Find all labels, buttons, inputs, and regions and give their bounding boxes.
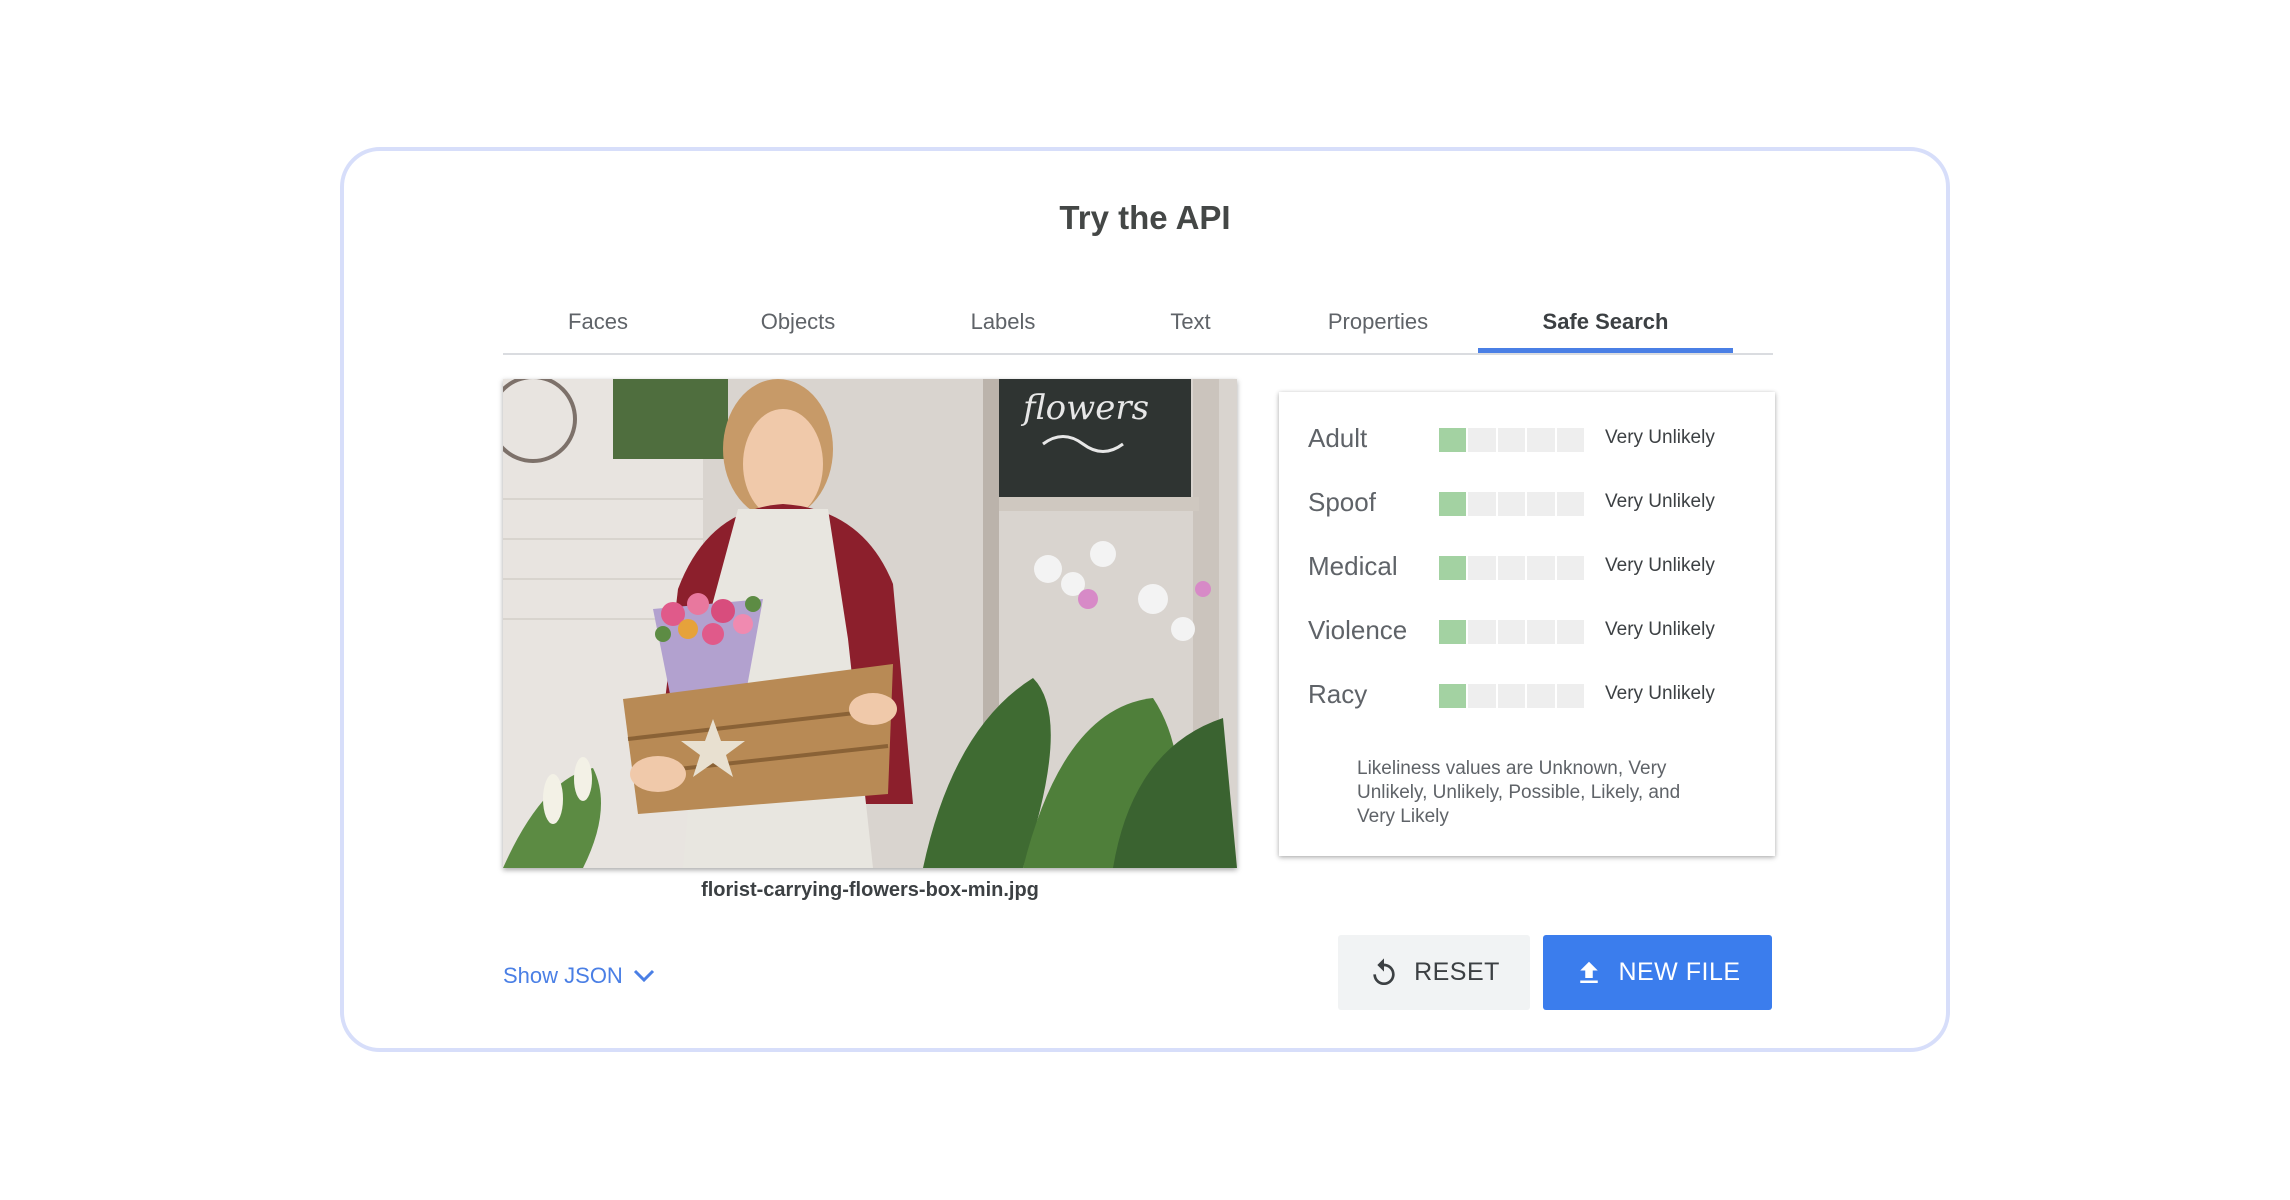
meter-segment	[1468, 620, 1496, 644]
likelihood-meter	[1439, 492, 1585, 516]
result-row-adult: Adult Very Unlikely	[1308, 421, 1748, 455]
meter-segment	[1439, 428, 1467, 452]
meter-segment	[1527, 620, 1555, 644]
chevron-down-icon	[633, 969, 654, 983]
florist-photo: flowers	[503, 379, 1237, 868]
tab-labels[interactable]: Labels	[903, 291, 1103, 353]
uploaded-image: flowers	[503, 379, 1237, 868]
likelihood-value: Very Unlikely	[1605, 491, 1715, 512]
likelihood-value: Very Unlikely	[1605, 683, 1715, 704]
meter-segment	[1497, 620, 1526, 644]
card-title: Try the API	[1059, 199, 1231, 236]
meter-segment	[1468, 684, 1496, 708]
meter-segment	[1497, 492, 1526, 516]
likelihood-meter	[1439, 556, 1585, 580]
likelihood-meter	[1439, 684, 1585, 708]
tab-objects[interactable]: Objects	[693, 291, 903, 353]
meter-segment	[1556, 556, 1585, 580]
new-file-button-label: NEW FILE	[1618, 958, 1741, 986]
result-row-racy: Racy Very Unlikely	[1308, 677, 1748, 711]
meter-segment	[1439, 556, 1467, 580]
try-api-card: Try the API Faces Objects Labels Text Pr…	[340, 147, 1950, 1052]
result-row-medical: Medical Very Unlikely	[1308, 549, 1748, 583]
meter-segment	[1556, 620, 1585, 644]
safe-search-results: Adult Very Unlikely Spoof Very Unlikely	[1279, 392, 1775, 856]
likelihood-value: Very Unlikely	[1605, 427, 1715, 448]
result-row-violence: Violence Very Unlikely	[1308, 613, 1748, 647]
category-label: Medical	[1308, 551, 1398, 581]
reset-icon	[1373, 957, 1395, 985]
category-label: Violence	[1308, 615, 1408, 645]
meter-segment	[1527, 428, 1555, 452]
tab-text[interactable]: Text	[1103, 291, 1278, 353]
meter-segment	[1527, 492, 1555, 516]
meter-segment	[1556, 492, 1585, 516]
meter-segment	[1468, 492, 1496, 516]
meter-segment	[1497, 556, 1526, 580]
meter-segment	[1439, 620, 1467, 644]
reset-button[interactable]: RESET	[1338, 935, 1530, 1010]
image-filename: florist-carrying-flowers-box-min.jpg	[701, 879, 1039, 901]
new-file-button[interactable]: NEW FILE	[1543, 935, 1772, 1010]
tab-safe-search[interactable]: Safe Search	[1478, 291, 1733, 353]
likelihood-value: Very Unlikely	[1605, 619, 1715, 640]
meter-segment	[1497, 684, 1526, 708]
svg-text:flowers: flowers	[1020, 388, 1149, 428]
tab-faces[interactable]: Faces	[503, 291, 693, 353]
meter-segment	[1439, 684, 1467, 708]
meter-segment	[1527, 684, 1555, 708]
meter-segment	[1556, 428, 1585, 452]
meter-segment	[1497, 428, 1526, 452]
reset-button-label: RESET	[1414, 958, 1500, 986]
tab-properties[interactable]: Properties	[1278, 291, 1478, 353]
show-json-label: Show JSON	[503, 963, 623, 988]
result-row-spoof: Spoof Very Unlikely	[1308, 485, 1748, 519]
likeliness-note: Likeliness values are Unknown, Very Unli…	[1357, 758, 1681, 827]
category-label: Racy	[1308, 679, 1368, 709]
likelihood-meter	[1439, 620, 1585, 644]
likelihood-value: Very Unlikely	[1605, 555, 1715, 576]
upload-icon	[1580, 961, 1599, 983]
meter-segment	[1468, 428, 1496, 452]
meter-segment	[1556, 684, 1585, 708]
likelihood-meter	[1439, 428, 1585, 452]
tab-bar: Faces Objects Labels Text Properties Saf…	[503, 291, 1773, 355]
show-json-toggle[interactable]: Show JSON	[503, 956, 655, 996]
meter-segment	[1439, 492, 1467, 516]
category-label: Spoof	[1308, 487, 1376, 517]
meter-segment	[1468, 556, 1496, 580]
meter-segment	[1527, 556, 1555, 580]
category-label: Adult	[1308, 423, 1368, 453]
